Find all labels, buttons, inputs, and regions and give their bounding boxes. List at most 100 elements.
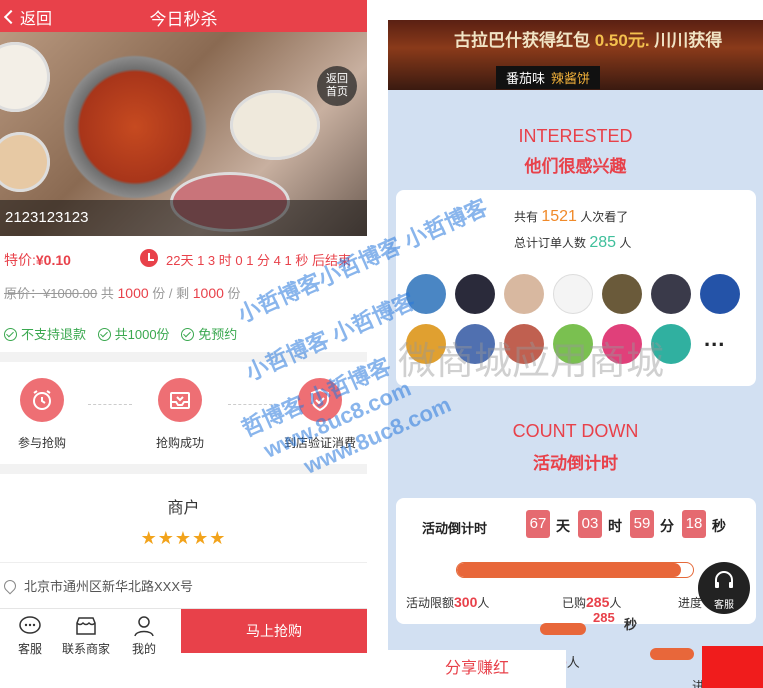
alarm-icon [20, 378, 64, 422]
step-verify: 到店验证消费 [270, 378, 367, 451]
buy-now-button[interactable]: 马上抢购 [181, 609, 367, 653]
avatar[interactable] [700, 274, 740, 314]
top-strip [388, 0, 763, 20]
marquee-amount: 0.50元. [594, 31, 650, 50]
winner-marquee: 古拉巴什获得红包 0.50元. 川川获得 [454, 26, 722, 51]
deal-tags: 不支持退款 共1000份 免预约 [4, 324, 245, 343]
special-price-label: 特价: [4, 252, 36, 268]
avatar[interactable] [406, 324, 446, 364]
service-label: 客服 [17, 642, 42, 656]
original-price: 原价：¥1000.00 [4, 286, 98, 301]
progress-bar [456, 562, 694, 578]
step-label: 抢购成功 [155, 436, 204, 450]
product-name: 2123123123 [0, 200, 367, 236]
order-count: 总计订单人数 285 人 [514, 234, 631, 252]
share-earn-tab[interactable]: 分享赚红 [388, 650, 566, 688]
flavor-alt: 辣酱饼 [551, 71, 591, 86]
side-dish-image [0, 42, 50, 112]
ghost-seconds-value: 285 [593, 610, 615, 625]
tag-total: 共1000份 [97, 324, 170, 343]
mine-label: 我的 [131, 642, 156, 656]
check-icon [4, 328, 17, 341]
headset-icon [715, 571, 733, 588]
user-icon [134, 616, 154, 637]
interested-heading: INTERESTED [518, 126, 633, 146]
tag-label: 共1000份 [114, 327, 170, 342]
sold-info: 已购285人 [562, 594, 621, 611]
limit-unit: 人 [477, 596, 490, 610]
special-price: 特价:¥0.10 [4, 250, 71, 270]
avatar[interactable] [455, 274, 495, 314]
home-label-2: 首页 [326, 86, 348, 98]
countdown-subheading: 活动倒计时 [533, 454, 618, 473]
minutes-unit: 分 [660, 518, 674, 534]
special-price-value: ¥0.10 [35, 252, 71, 268]
avatar[interactable] [651, 274, 691, 314]
location-pin-icon [1, 577, 19, 595]
check-icon [181, 328, 195, 341]
bottom-action-bar: 客服 联系商家 我的 马上抢购 [0, 608, 367, 660]
floating-service-button[interactable]: 客服 [698, 562, 750, 614]
more-avatars[interactable]: ... [704, 326, 725, 352]
store-icon [76, 617, 96, 635]
flavor-label: 番茄味 [506, 71, 546, 86]
merchant-section: 商户 ★★★★★ [0, 494, 367, 549]
order-prefix: 总计订单人数 [514, 236, 587, 250]
progress-fill [457, 563, 682, 577]
service-button[interactable]: 客服 [2, 615, 58, 657]
countdown-heading: COUNT DOWN [512, 421, 639, 441]
avatar[interactable] [602, 324, 642, 364]
contact-label: 联系商家 [61, 642, 110, 656]
mine-button[interactable]: 我的 [116, 615, 172, 657]
flavor-tag: 番茄味 辣酱饼 [496, 66, 601, 89]
divider [0, 352, 367, 362]
ghost-seconds: 285 [593, 610, 615, 625]
ghost-seconds-unit: 秒 [624, 617, 638, 632]
avatar[interactable] [455, 324, 495, 364]
step-success: 抢购成功 [130, 378, 230, 451]
limit-info: 活动限额300人 [406, 594, 489, 611]
remain-unit: 份 [227, 286, 241, 301]
contact-merchant-button[interactable]: 联系商家 [58, 615, 114, 657]
minutes-value: 59 [630, 510, 654, 538]
merchant-address[interactable]: 北京市通州区新华北路XXX号 [1, 576, 193, 595]
divider [0, 464, 367, 474]
avatar[interactable] [406, 274, 446, 314]
deal-detail-page: 返回 今日秒杀 返回 首页 2123123123 特价:¥0.10 22天 1 … [0, 0, 367, 688]
avatar[interactable] [651, 324, 691, 364]
purchase-steps: 参与抢购 抢购成功 到店验证消费 [0, 366, 367, 462]
ghost-progress [540, 623, 586, 635]
side-dish-image [0, 132, 50, 192]
remain-prefix: 份 / 剩 [152, 286, 190, 301]
view-count: 共有 1521 人次看了 [514, 208, 628, 226]
total-prefix: 共 [100, 286, 114, 301]
deal-countdown: 22天 1 3 时 0 1 分 4 1 秒 后结束 [166, 253, 351, 268]
original-price-row: 原价：¥1000.00 共 1000 份 / 剩 1000 份 [4, 283, 241, 302]
days-unit: 天 [556, 518, 570, 534]
hours-unit: 时 [608, 518, 622, 534]
avatar[interactable] [553, 324, 593, 364]
service-float-label: 客服 [714, 600, 734, 611]
divider [0, 562, 367, 563]
clock-icon [140, 249, 158, 267]
ghost-progress [650, 648, 694, 660]
order-suffix: 人 [619, 236, 632, 250]
view-prefix: 共有 [514, 210, 539, 224]
inbox-icon [158, 378, 202, 422]
countdown-label: 活动倒计时 [422, 521, 488, 536]
side-dish-image [230, 90, 320, 160]
seconds-unit: 秒 [712, 518, 726, 534]
avatar[interactable] [504, 274, 544, 314]
limit-label: 活动限额 [406, 596, 455, 610]
avatar[interactable] [602, 274, 642, 314]
marquee-prefix: 古拉巴什获得红包 [454, 31, 590, 50]
check-icon [97, 328, 111, 341]
avatar[interactable] [553, 274, 593, 314]
shield-check-icon [298, 378, 342, 422]
avatar[interactable] [504, 324, 544, 364]
product-image: 返回 首页 2123123123 [0, 32, 367, 236]
seconds-value: 18 [682, 510, 706, 538]
home-button[interactable]: 返回 首页 [317, 66, 357, 106]
sold-label: 已购 [562, 596, 587, 610]
merchant-title: 商户 [167, 500, 200, 517]
